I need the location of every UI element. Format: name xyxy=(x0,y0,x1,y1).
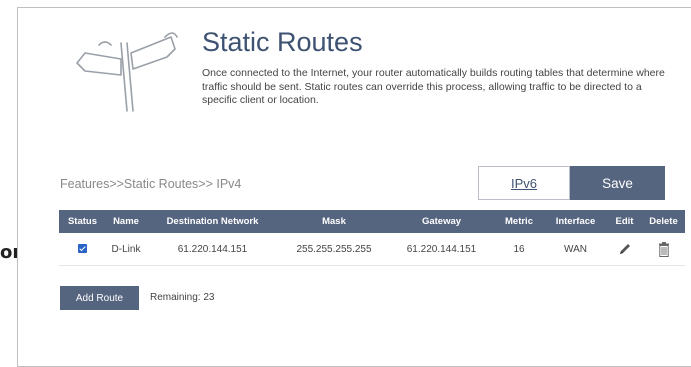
trash-icon[interactable] xyxy=(658,241,670,257)
add-route-button[interactable]: Add Route xyxy=(60,286,139,310)
table-row: D-Link 61.220.144.151 255.255.255.255 61… xyxy=(59,233,685,266)
mask-cell: 255.255.255.255 xyxy=(279,233,389,266)
remaining-count: Remaining: 23 xyxy=(150,292,215,303)
column-header-delete: Delete xyxy=(642,210,685,233)
save-button[interactable]: Save xyxy=(570,166,665,200)
status-cell xyxy=(59,233,106,266)
column-header-edit: Edit xyxy=(607,210,642,233)
column-header-mask: Mask xyxy=(279,210,389,233)
column-header-status: Status xyxy=(59,210,106,233)
pencil-icon[interactable] xyxy=(618,242,632,256)
page-title: Static Routes xyxy=(202,27,363,57)
ipv6-button[interactable]: IPv6 xyxy=(478,166,570,200)
column-header-destination: Destination Network xyxy=(146,210,279,233)
column-header-interface: Interface xyxy=(544,210,607,233)
table-header-row: Status Name Destination Network Mask Gat… xyxy=(59,210,685,233)
column-header-metric: Metric xyxy=(494,210,544,233)
name-cell: D-Link xyxy=(106,233,146,266)
column-header-name: Name xyxy=(106,210,146,233)
static-routes-table: Status Name Destination Network Mask Gat… xyxy=(59,210,685,266)
status-checkbox[interactable] xyxy=(78,244,87,254)
page-description: Once connected to the Internet, your rou… xyxy=(202,67,665,106)
remaining-label: Remaining: xyxy=(150,292,201,303)
edit-cell xyxy=(607,233,642,266)
remaining-value: 23 xyxy=(203,292,215,303)
metric-cell: 16 xyxy=(494,233,544,266)
interface-cell: WAN xyxy=(544,233,607,266)
column-header-gateway: Gateway xyxy=(389,210,494,233)
delete-cell xyxy=(642,233,685,266)
breadcrumb: Features>>Static Routes>> IPv4 xyxy=(60,177,242,191)
signpost-icon xyxy=(76,32,178,112)
destination-cell: 61.220.144.151 xyxy=(146,233,279,266)
gateway-cell: 61.220.144.151 xyxy=(389,233,494,266)
